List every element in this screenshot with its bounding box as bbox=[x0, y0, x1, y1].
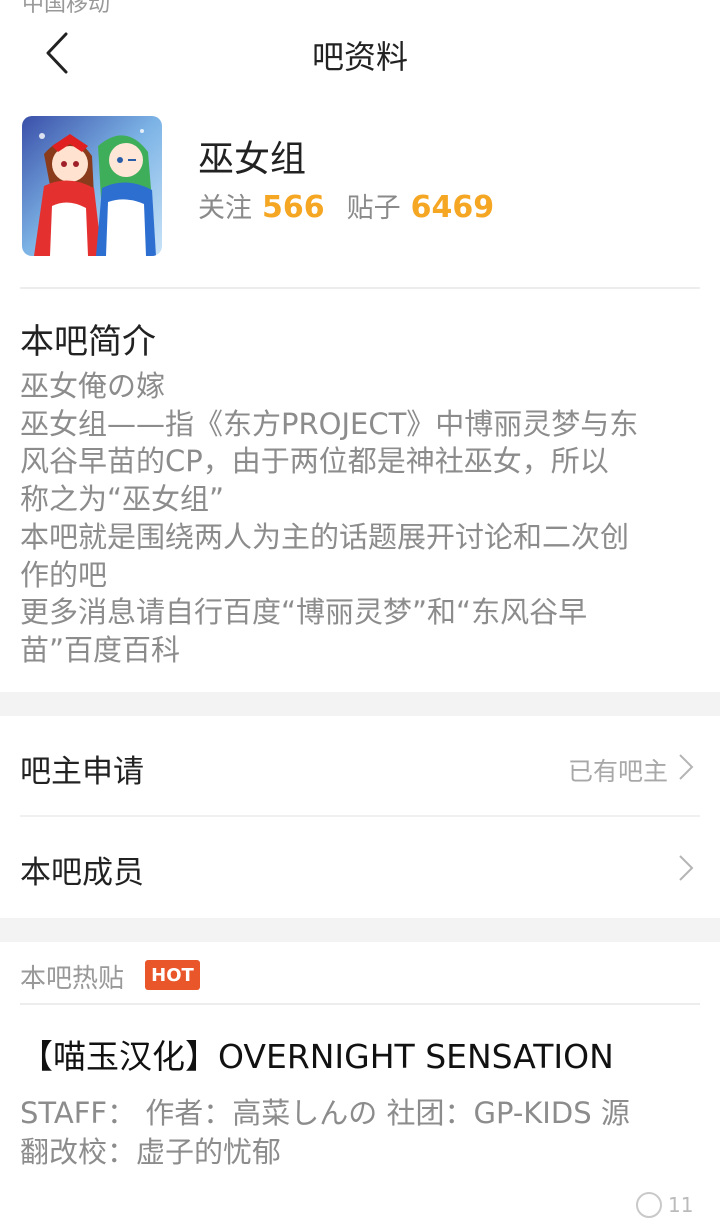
hot-post-excerpt[interactable]: STAFF： 作者：高菜しんの 社团：GP-KIDS 源 翻改校：虚子的忧郁 bbox=[20, 1094, 702, 1172]
forum-name: 巫女组 bbox=[198, 139, 307, 180]
members-row[interactable]: 本吧成员 bbox=[0, 817, 720, 917]
intro-line: 巫女组——指《东方PROJECT》中博丽灵梦与东 bbox=[20, 406, 639, 441]
divider bbox=[20, 287, 700, 289]
excerpt-line: STAFF： 作者：高菜しんの 社团：GP-KIDS 源 bbox=[20, 1096, 630, 1130]
follow-label: 关注 bbox=[198, 193, 252, 224]
intro-line: 本吧就是围绕两人为主的话题展开讨论和二次创 bbox=[20, 519, 630, 554]
excerpt-line: 翻改校：虚子的忧郁 bbox=[20, 1135, 282, 1169]
members-label: 本吧成员 bbox=[20, 855, 144, 891]
intro-line: 更多消息请自行百度“博丽灵梦”和“东风谷早 bbox=[20, 595, 588, 630]
page-title: 吧资料 bbox=[311, 38, 408, 76]
forum-avatar-image bbox=[22, 116, 162, 256]
posts-count: 6469 bbox=[410, 190, 495, 225]
section-gap bbox=[0, 918, 720, 942]
comment-icon bbox=[636, 1192, 662, 1218]
hot-post-title[interactable]: 【喵玉汉化】OVERNIGHT SENSATION bbox=[20, 1030, 614, 1078]
posts-label: 贴子 bbox=[346, 193, 401, 224]
intro-line: 称之为“巫女组” bbox=[20, 482, 225, 517]
forum-stats: 关注 566 贴子 6469 bbox=[198, 186, 516, 225]
intro-line: 苗”百度百科 bbox=[20, 632, 181, 667]
section-gap bbox=[0, 692, 720, 716]
intro-line: 风谷早苗的CP，由于两位都是神社巫女，所以 bbox=[20, 444, 609, 479]
owner-apply-label: 吧主申请 bbox=[20, 754, 144, 790]
hot-posts-header: 本吧热贴 bbox=[20, 964, 125, 994]
follow-count: 566 bbox=[262, 190, 325, 225]
hot-badge: HOT bbox=[145, 960, 200, 990]
owner-apply-row[interactable]: 吧主申请 已有吧主 bbox=[0, 716, 720, 816]
reply-count: 11 bbox=[636, 1192, 693, 1218]
intro-line: 巫女俺の嫁 bbox=[20, 369, 166, 403]
intro-line: 作的吧 bbox=[20, 557, 108, 592]
reply-count-value: 11 bbox=[668, 1193, 694, 1217]
chevron-right-icon bbox=[679, 754, 694, 780]
forum-avatar[interactable] bbox=[22, 116, 162, 256]
top-nav-bar: 吧资料 bbox=[0, 0, 720, 110]
chevron-right-icon bbox=[679, 855, 694, 881]
intro-title: 本吧简介 bbox=[20, 322, 156, 362]
intro-body: 巫女俺の嫁 巫女组——指《东方PROJECT》中博丽灵梦与东 风谷早苗的CP，由… bbox=[20, 368, 702, 670]
forum-info-card: 巫女组 关注 566 贴子 6469 bbox=[0, 116, 720, 258]
owner-apply-status: 已有吧主 bbox=[567, 757, 668, 786]
divider bbox=[20, 1003, 700, 1005]
